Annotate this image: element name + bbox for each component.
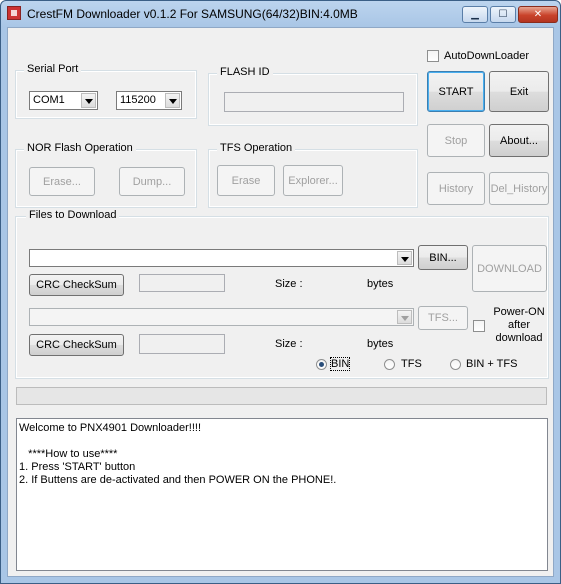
chevron-down-icon[interactable] xyxy=(81,93,96,108)
stop-button[interactable]: Stop xyxy=(427,124,485,157)
auto-downloader-checkbox[interactable] xyxy=(427,50,439,62)
size-label-1: Size : xyxy=(275,278,303,290)
close-button[interactable]: ✕ xyxy=(518,6,558,23)
mode-label-bin-tfs: BIN + TFS xyxy=(466,358,518,370)
log-line: Welcome to PNX4901 Downloader!!!! xyxy=(19,422,201,434)
tfs-explorer-button[interactable]: Explorer... xyxy=(283,165,343,196)
port-select[interactable]: COM1 xyxy=(29,91,98,110)
power-on-checkbox[interactable] xyxy=(473,320,485,332)
history-button[interactable]: History xyxy=(427,172,485,205)
chevron-down-icon[interactable] xyxy=(397,310,412,324)
crc-checksum-button-1[interactable]: CRC CheckSum xyxy=(29,274,124,296)
nor-erase-button[interactable]: Erase... xyxy=(29,167,95,196)
app-window: CrestFM Downloader v0.1.2 For SAMSUNG(64… xyxy=(0,0,561,584)
flash-id-field xyxy=(224,92,404,112)
crc-value-field-2 xyxy=(139,334,225,354)
about-button[interactable]: About... xyxy=(489,124,549,157)
del-history-button[interactable]: Del_History xyxy=(489,172,549,205)
title-bar[interactable]: CrestFM Downloader v0.1.2 For SAMSUNG(64… xyxy=(1,1,560,27)
app-icon xyxy=(7,6,21,20)
exit-button[interactable]: Exit xyxy=(489,71,549,112)
crc-checksum-button-2[interactable]: CRC CheckSum xyxy=(29,334,124,356)
download-progress-bar xyxy=(16,387,547,405)
auto-downloader-label: AutoDownLoader xyxy=(444,50,530,62)
nor-dump-button[interactable]: Dump... xyxy=(119,167,185,196)
nor-flash-group: NOR Flash Operation Erase... Dump... xyxy=(15,142,197,208)
nor-flash-title: NOR Flash Operation xyxy=(24,142,136,154)
minimize-button[interactable]: ▁ xyxy=(462,6,488,23)
crc-value-field-1 xyxy=(139,274,225,292)
size-label-2: Size : xyxy=(275,338,303,350)
baud-select[interactable]: 115200 xyxy=(116,91,182,110)
baud-value: 115200 xyxy=(120,94,156,106)
tfs-path-select[interactable] xyxy=(29,308,414,326)
files-to-download-group: Files to Download BIN... DOWNLOAD CRC Ch… xyxy=(15,209,549,379)
tfs-browse-button[interactable]: TFS... xyxy=(418,306,468,330)
bin-path-select[interactable] xyxy=(29,249,414,267)
window-title: CrestFM Downloader v0.1.2 For SAMSUNG(64… xyxy=(27,7,358,21)
bytes-label-1: bytes xyxy=(367,278,394,290)
bin-browse-button[interactable]: BIN... xyxy=(418,245,468,270)
mode-radio-bin[interactable] xyxy=(316,359,327,370)
port-value: COM1 xyxy=(33,94,65,106)
chevron-down-icon[interactable] xyxy=(165,93,180,108)
maximize-button[interactable]: ☐ xyxy=(490,6,516,23)
download-button[interactable]: DOWNLOAD xyxy=(472,245,547,292)
log-output[interactable]: Welcome to PNX4901 Downloader!!!! ****Ho… xyxy=(16,418,548,571)
tfs-operation-group: TFS Operation Erase Explorer... xyxy=(208,142,418,208)
start-button[interactable]: START xyxy=(427,71,485,112)
flash-id-group: FLASH ID xyxy=(208,66,418,126)
serial-port-title: Serial Port xyxy=(24,63,82,75)
files-to-download-title: Files to Download xyxy=(26,209,120,221)
mode-label-bin: BIN xyxy=(329,357,351,371)
serial-port-group: Serial Port COM1 115200 xyxy=(15,63,197,119)
tfs-erase-button[interactable]: Erase xyxy=(217,165,275,196)
flash-id-title: FLASH ID xyxy=(217,66,273,78)
client-area: Serial Port COM1 115200 FLASH ID AutoDow… xyxy=(7,27,554,577)
mode-radio-tfs[interactable] xyxy=(384,359,395,370)
bytes-label-2: bytes xyxy=(367,338,394,350)
log-line: ****How to use**** xyxy=(19,448,118,460)
tfs-operation-title: TFS Operation xyxy=(217,142,296,154)
mode-radio-bin-tfs[interactable] xyxy=(450,359,461,370)
log-line: 1. Press 'START' button xyxy=(19,461,136,473)
power-on-label: Power-ON after download xyxy=(493,306,545,344)
log-line: 2. If Buttens are de-activated and then … xyxy=(19,474,337,486)
chevron-down-icon[interactable] xyxy=(397,251,412,265)
mode-label-tfs: TFS xyxy=(401,358,422,370)
